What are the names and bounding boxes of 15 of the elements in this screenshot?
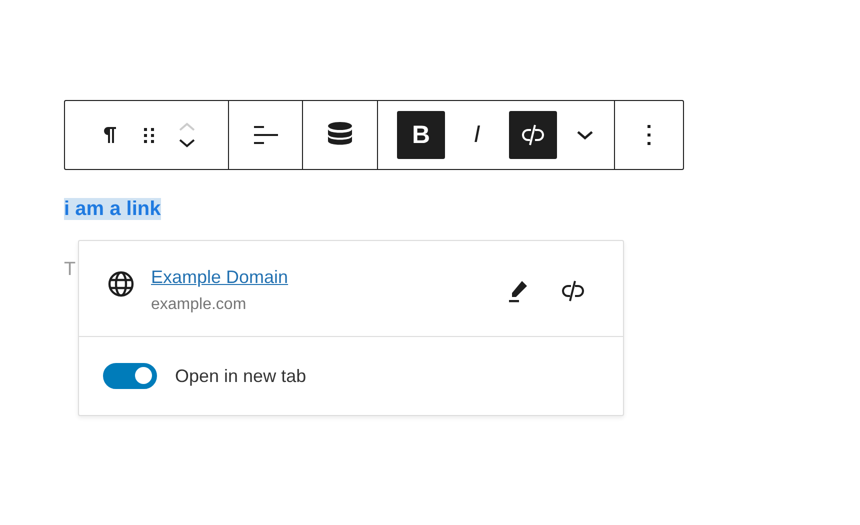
bold-button[interactable]: B — [397, 111, 445, 159]
link-url: example.com — [151, 296, 246, 314]
toggle-switch[interactable] — [103, 363, 157, 389]
link-title[interactable]: Example Domain — [151, 267, 288, 288]
move-down-icon[interactable] — [176, 138, 196, 148]
unlink-icon — [520, 122, 546, 148]
placeholder-text: T — [64, 259, 76, 280]
align-left-icon[interactable] — [252, 123, 278, 147]
selected-link-text: i am a link — [64, 198, 161, 220]
chevron-down-icon[interactable] — [575, 129, 595, 141]
toggle-label: Open in new tab — [175, 366, 306, 386]
italic-button[interactable]: I — [463, 111, 491, 159]
more-options-icon[interactable] — [646, 123, 652, 147]
unlink-button[interactable] — [509, 111, 557, 159]
globe-icon — [107, 270, 135, 298]
